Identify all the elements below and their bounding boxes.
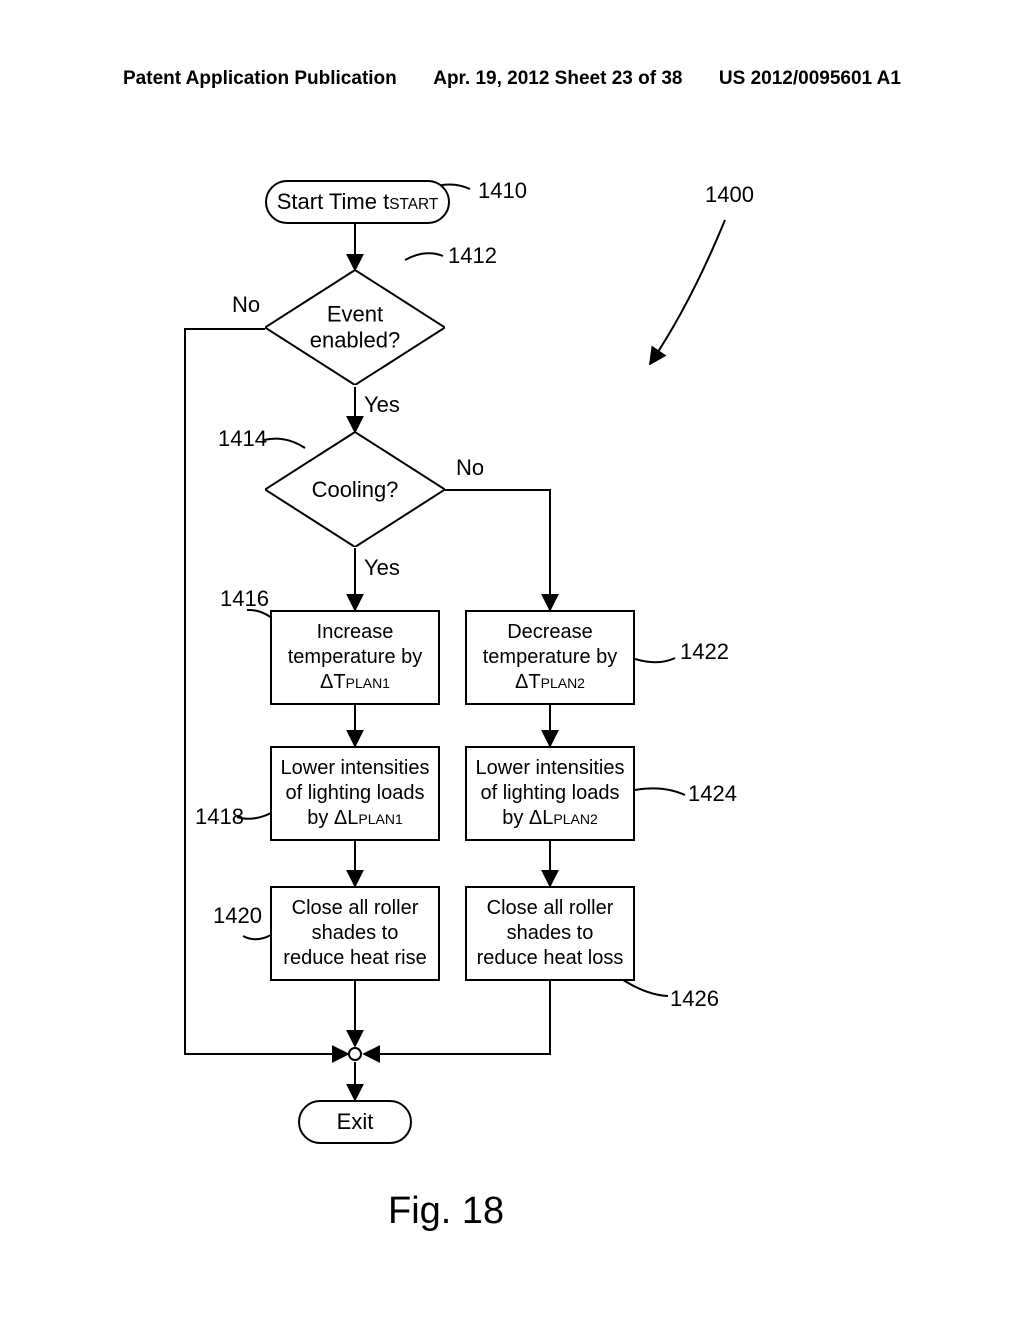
- flowchart-connectors: [0, 130, 1024, 1300]
- event-enabled-label: Event enabled?: [310, 301, 401, 354]
- exit-label: Exit: [337, 1109, 374, 1135]
- ref-1410: 1410: [478, 178, 527, 204]
- lower-lighting-plan2-process: Lower intensities of lighting loads by Δ…: [465, 746, 635, 841]
- event-yes-label: Yes: [364, 392, 400, 418]
- ref-1414: 1414: [218, 426, 267, 452]
- junction-node: [348, 1047, 362, 1061]
- ref-1418: 1418: [195, 804, 244, 830]
- cooling-decision: Cooling?: [265, 432, 445, 547]
- start-label: Start Time tSTART: [277, 189, 439, 215]
- decrease-temp-process: Decrease temperature by ΔTPLAN2: [465, 610, 635, 705]
- event-no-label: No: [232, 292, 260, 318]
- exit-terminal: Exit: [298, 1100, 412, 1144]
- cooling-no-label: No: [456, 455, 484, 481]
- page-header: Patent Application Publication Apr. 19, …: [0, 68, 1024, 90]
- ref-1420: 1420: [213, 903, 262, 929]
- ref-1412: 1412: [448, 243, 497, 269]
- page: Patent Application Publication Apr. 19, …: [0, 0, 1024, 1320]
- ref-1400: 1400: [705, 182, 754, 208]
- lower-lighting-plan1-process: Lower intensities of lighting loads by Δ…: [270, 746, 440, 841]
- close-shades-heat-rise-process: Close all roller shades to reduce heat r…: [270, 886, 440, 981]
- cooling-yes-label: Yes: [364, 555, 400, 581]
- ref-1424: 1424: [688, 781, 737, 807]
- ref-1426: 1426: [670, 986, 719, 1012]
- close-shades-heat-loss-process: Close all roller shades to reduce heat l…: [465, 886, 635, 981]
- event-enabled-decision: Event enabled?: [265, 270, 445, 385]
- header-left: Patent Application Publication: [123, 68, 397, 90]
- flowchart: Start Time tSTART Event enabled? Cooling…: [0, 130, 1024, 1300]
- cooling-label: Cooling?: [312, 476, 399, 502]
- figure-caption: Fig. 18: [388, 1190, 504, 1233]
- ref-1422: 1422: [680, 639, 729, 665]
- start-terminal: Start Time tSTART: [265, 180, 450, 224]
- increase-temp-process: Increase temperature by ΔTPLAN1: [270, 610, 440, 705]
- header-mid: Apr. 19, 2012 Sheet 23 of 38: [433, 68, 682, 90]
- header-right: US 2012/0095601 A1: [719, 68, 901, 90]
- ref-1416: 1416: [220, 586, 269, 612]
